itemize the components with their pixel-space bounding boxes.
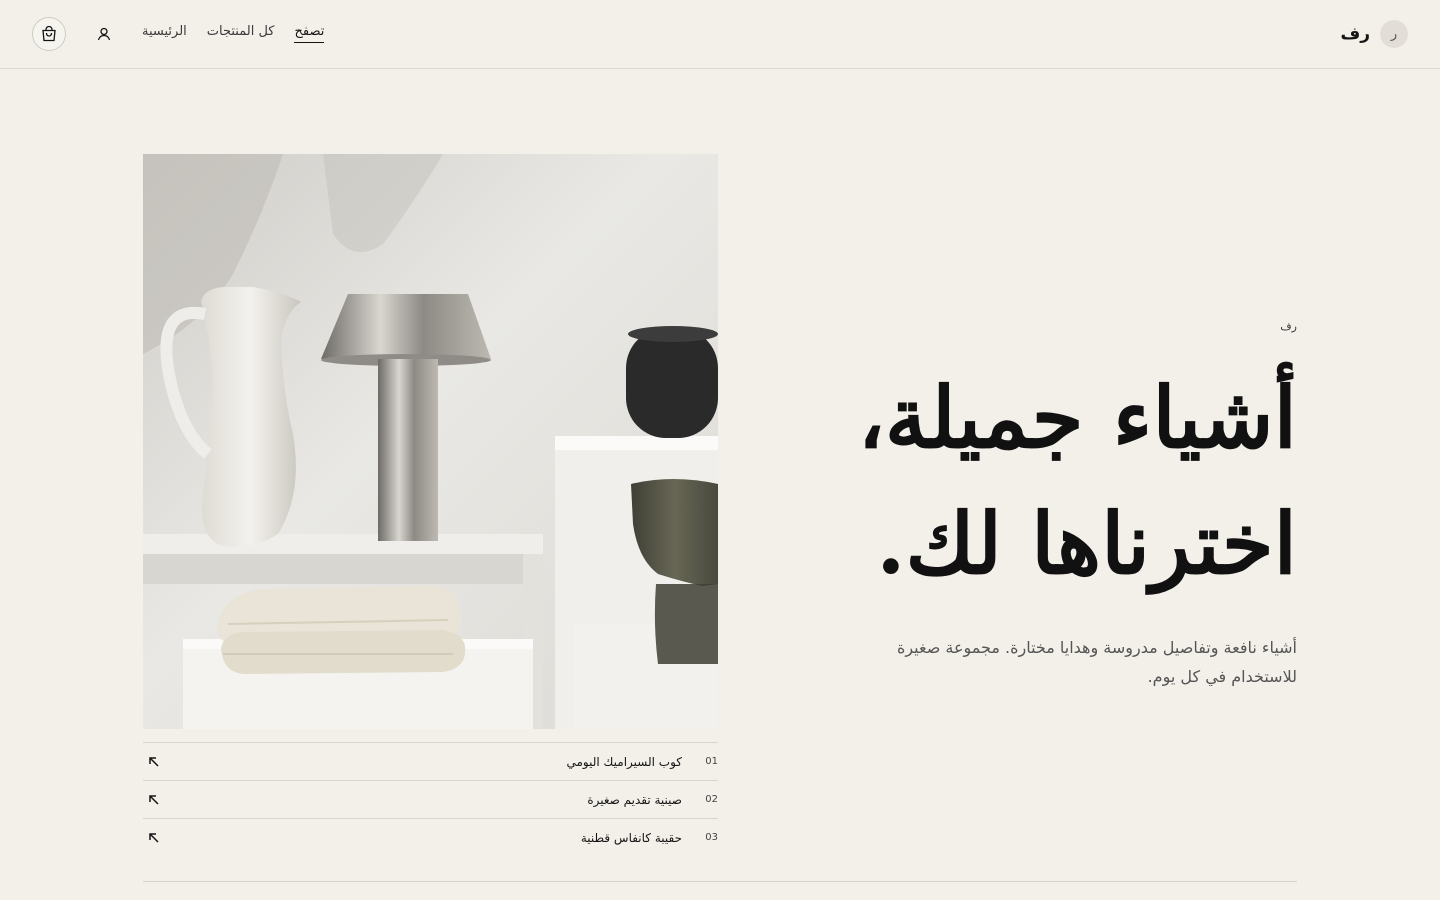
list-item-product-02[interactable]: 02 صينية تقديم صغيرة — [143, 780, 718, 818]
cart-button[interactable] — [32, 17, 66, 51]
list-item-label: حقيبة كانفاس قطنية — [580, 830, 682, 845]
list-item-label: صينية تقديم صغيرة — [587, 792, 682, 807]
list-item-number: 03 — [705, 832, 718, 843]
account-button[interactable] — [94, 24, 114, 44]
nav-all-products[interactable]: كل المنتجات — [207, 24, 275, 43]
brand-name: رف — [1340, 24, 1370, 44]
arrow-up-left-icon — [149, 795, 159, 805]
hero-subtitle: أشياء نافعة وتفاصيل مدروسة وهدايا مختارة… — [896, 638, 1297, 686]
brand[interactable]: ر رف — [1340, 20, 1408, 48]
hero-headline-line-1: أشياء جميلة، — [857, 368, 1298, 467]
list-item-product-03[interactable]: 03 حقيبة كانفاس قطنية — [143, 818, 718, 856]
hero-copy: رف أشياء جميلة، اخترناها لك. أشياء نافعة… — [737, 320, 1298, 691]
user-icon — [97, 27, 111, 41]
list-item-number: 01 — [705, 756, 718, 767]
arrow-up-left-icon — [149, 757, 159, 767]
nav-home[interactable]: الرئيسية — [142, 24, 187, 43]
main-nav: الرئيسية كل المنتجات تصفح — [142, 24, 325, 43]
hero-product-photo — [143, 154, 718, 729]
nav-browse[interactable]: تصفح — [294, 24, 325, 43]
list-item-label: كوب السيراميك اليومي — [566, 754, 682, 769]
section-divider — [143, 881, 1297, 882]
hero-eyebrow: رف — [1280, 320, 1297, 333]
list-item-number: 02 — [705, 794, 718, 805]
hero-headline: أشياء جميلة، اخترناها لك. — [737, 355, 1298, 607]
list-item-product-01[interactable]: 01 كوب السيراميك اليومي — [143, 742, 718, 780]
featured-products-list: 01 كوب السيراميك اليومي 02 صينية تقديم ص… — [143, 742, 718, 856]
brand-avatar: ر — [1380, 20, 1408, 48]
site-header: ر رف الرئيسية كل المنتجات تصفح — [0, 0, 1440, 69]
arrow-up-left-icon — [149, 833, 159, 843]
hero-headline-line-2: اخترناها لك. — [876, 494, 1298, 593]
shopping-bag-icon — [42, 25, 56, 42]
